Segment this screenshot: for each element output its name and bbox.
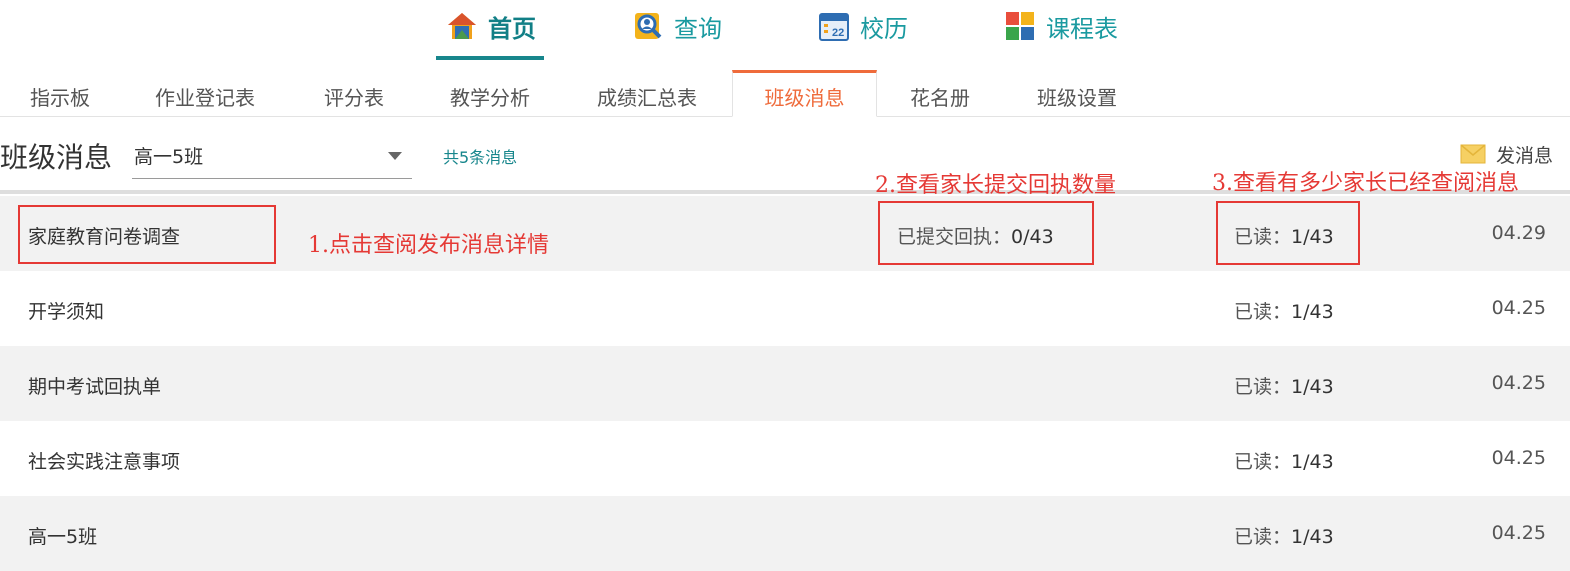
message-row[interactable]: 高一5班 已读：1/43 04.25 <box>0 496 1570 571</box>
read-value: 1/43 <box>1291 376 1334 398</box>
message-date: 04.25 <box>1491 297 1546 319</box>
message-row[interactable]: 开学须知 已读：1/43 04.25 <box>0 271 1570 346</box>
message-date: 04.25 <box>1491 522 1546 544</box>
message-date: 04.25 <box>1491 447 1546 469</box>
tab-gradebook[interactable]: 评分表 <box>295 70 413 116</box>
message-date: 04.29 <box>1491 222 1546 244</box>
top-nav: 首页 查询 22 校历 课程表 <box>0 0 1570 62</box>
read-status: 已读：1/43 <box>1234 522 1334 549</box>
calendar-icon: 22 <box>819 13 849 41</box>
tab-class-settings[interactable]: 班级设置 <box>1015 70 1139 116</box>
top-nav-label: 查询 <box>674 14 722 43</box>
read-status: 已读：1/43 <box>1234 372 1334 399</box>
message-title[interactable]: 社会实践注意事项 <box>28 447 180 474</box>
annotation-box-title <box>18 205 276 264</box>
top-nav-home[interactable]: 首页 <box>446 6 536 46</box>
annotation-note-1: 1.点击查阅发布消息详情 <box>308 233 549 258</box>
read-value: 1/43 <box>1291 451 1334 473</box>
message-title[interactable]: 期中考试回执单 <box>28 372 161 399</box>
message-row[interactable]: 期中考试回执单 已读：1/43 04.25 <box>0 346 1570 421</box>
annotation-note-3: 3.查看有多少家长已经查阅消息 <box>1212 171 1519 196</box>
top-nav-label: 课程表 <box>1046 14 1118 43</box>
tab-dashboard[interactable]: 指示板 <box>0 70 120 116</box>
svg-text:22: 22 <box>832 27 844 39</box>
read-label: 已读： <box>1234 451 1292 473</box>
tab-homework-register[interactable]: 作业登记表 <box>130 70 280 116</box>
top-nav-label: 校历 <box>860 14 908 43</box>
search-person-icon <box>635 13 662 39</box>
message-date: 04.25 <box>1491 372 1546 394</box>
grid-schedule-icon <box>1006 12 1034 40</box>
message-row[interactable]: 社会实践注意事项 已读：1/43 04.25 <box>0 421 1570 496</box>
read-label: 已读： <box>1234 376 1292 398</box>
top-nav-calendar[interactable]: 22 校历 <box>818 6 908 46</box>
top-nav-schedule[interactable]: 课程表 <box>1004 6 1118 46</box>
class-select[interactable]: 高一5班 <box>132 134 412 179</box>
tab-class-messages[interactable]: 班级消息 <box>732 70 877 117</box>
envelope-icon <box>1460 144 1486 164</box>
read-status: 已读：1/43 <box>1234 447 1334 474</box>
read-value: 1/43 <box>1291 301 1334 323</box>
annotation-box-read <box>1216 201 1360 265</box>
class-select-value: 高一5班 <box>134 146 204 168</box>
active-nav-underline <box>436 56 544 60</box>
home-icon <box>448 13 476 39</box>
read-label: 已读： <box>1234 301 1292 323</box>
message-title[interactable]: 开学须知 <box>28 297 104 324</box>
top-nav-label: 首页 <box>488 14 536 43</box>
top-nav-search[interactable]: 查询 <box>632 6 722 46</box>
page-title: 班级消息 <box>0 141 113 174</box>
tab-score-summary[interactable]: 成绩汇总表 <box>570 70 724 116</box>
message-count: 共5条消息 <box>443 148 518 167</box>
send-message-button[interactable]: 发消息 <box>1460 140 1553 168</box>
annotation-box-receipt <box>878 201 1094 265</box>
send-message-label: 发消息 <box>1496 144 1554 167</box>
read-value: 1/43 <box>1291 526 1334 548</box>
module-tabs: 指示板 作业登记表 评分表 教学分析 成绩汇总表 班级消息 花名册 班级设置 <box>0 70 1570 117</box>
tab-roster[interactable]: 花名册 <box>890 70 990 116</box>
chevron-down-icon <box>388 152 402 160</box>
message-title[interactable]: 高一5班 <box>28 522 97 549</box>
annotation-note-2: 2.查看家长提交回执数量 <box>875 173 1116 198</box>
read-label: 已读： <box>1234 526 1292 548</box>
read-status: 已读：1/43 <box>1234 297 1334 324</box>
tab-teaching-analysis[interactable]: 教学分析 <box>428 70 552 116</box>
